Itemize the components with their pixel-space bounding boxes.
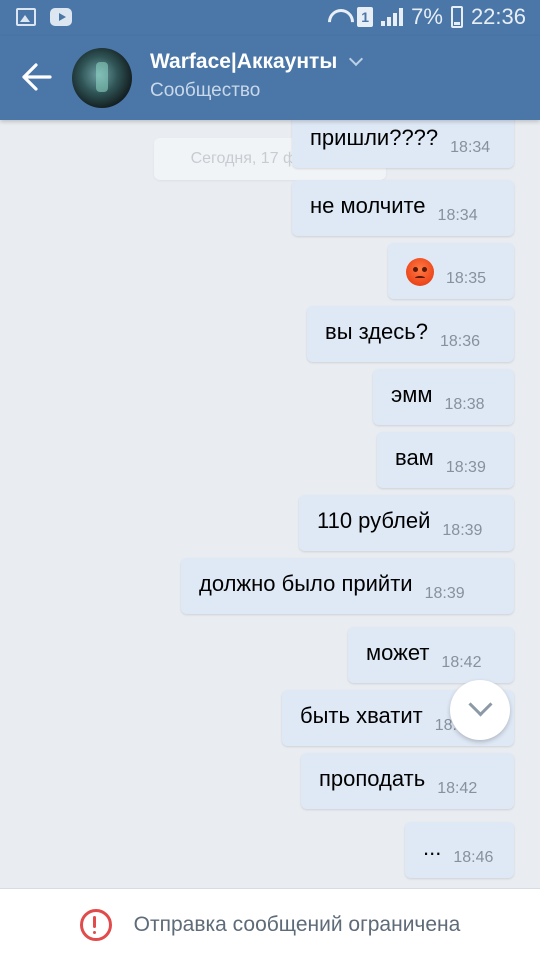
message-time: 18:34	[437, 207, 478, 224]
message-time: 18:34	[450, 139, 491, 156]
chat-title-block[interactable]: Warface|Аккаунты Сообщество	[150, 50, 364, 102]
message-list[interactable]: Сегодня, 17 февраля пришли???? 18:34 не …	[0, 120, 540, 888]
message-text: проподать	[319, 766, 426, 791]
wifi-icon	[327, 7, 349, 27]
message-text: 110 рублей	[317, 508, 431, 533]
message-bubble[interactable]: эмм 18:38	[373, 369, 514, 425]
message-bubble[interactable]: 110 рублей 18:39	[299, 495, 514, 551]
message-text: быть хватит	[300, 703, 423, 728]
sim-icon: 1	[357, 7, 374, 27]
message-bubble[interactable]: вы здесь? 18:36	[307, 306, 514, 362]
message-time: 18:42	[437, 780, 478, 797]
chevron-down-icon	[349, 51, 364, 67]
chat-subtitle: Сообщество	[150, 80, 261, 101]
message-bubble[interactable]: проподать 18:42	[301, 753, 514, 809]
message-time: 18:35	[446, 270, 487, 287]
message-bubble[interactable]: пришли???? 18:34	[292, 120, 514, 168]
message-text: не молчите	[310, 193, 426, 218]
message-time: 18:36	[440, 333, 481, 350]
message-bubble[interactable]: вам 18:39	[377, 432, 514, 488]
angry-face-emoji	[406, 258, 434, 286]
clock: 22:36	[470, 4, 526, 29]
message-time: 18:39	[442, 522, 483, 539]
footer-restriction-bar: Отправка сообщений ограничена	[0, 888, 540, 960]
chat-title: Warface|Аккаунты	[150, 50, 338, 73]
signal-icon	[381, 8, 404, 26]
battery-percent: 7%	[411, 4, 443, 29]
warning-icon	[79, 908, 112, 941]
message-time: 18:42	[441, 654, 482, 671]
message-time: 18:46	[453, 849, 494, 866]
gallery-icon	[16, 8, 36, 26]
message-text: вам	[395, 445, 434, 470]
chat-header: Warface|Аккаунты Сообщество	[0, 36, 540, 120]
message-time: 18:38	[444, 396, 485, 413]
message-time: 18:39	[424, 585, 465, 602]
message-text: эмм	[391, 382, 433, 407]
message-time: 18:39	[445, 459, 486, 476]
message-text: ...	[423, 835, 442, 860]
status-bar: 1 7% 22:36	[0, 0, 540, 36]
scroll-down-icon[interactable]	[450, 680, 510, 740]
message-bubble[interactable]: ... 18:46	[405, 822, 514, 878]
message-bubble[interactable]: не молчите 18:34	[292, 180, 514, 236]
message-text: может	[366, 640, 430, 665]
message-bubble[interactable]: 18:35	[388, 243, 514, 299]
youtube-icon	[50, 8, 72, 26]
message-bubble[interactable]: должно было прийти 18:39	[181, 558, 514, 614]
battery-icon	[450, 6, 463, 28]
restriction-text: Отправка сообщений ограничена	[133, 912, 461, 936]
back-arrow-icon[interactable]	[20, 62, 54, 92]
message-text: должно было прийти	[199, 571, 413, 596]
message-text: вы здесь?	[325, 319, 428, 344]
message-text: пришли????	[310, 125, 439, 150]
avatar[interactable]	[72, 48, 132, 108]
message-bubble[interactable]: может 18:42	[348, 627, 514, 683]
